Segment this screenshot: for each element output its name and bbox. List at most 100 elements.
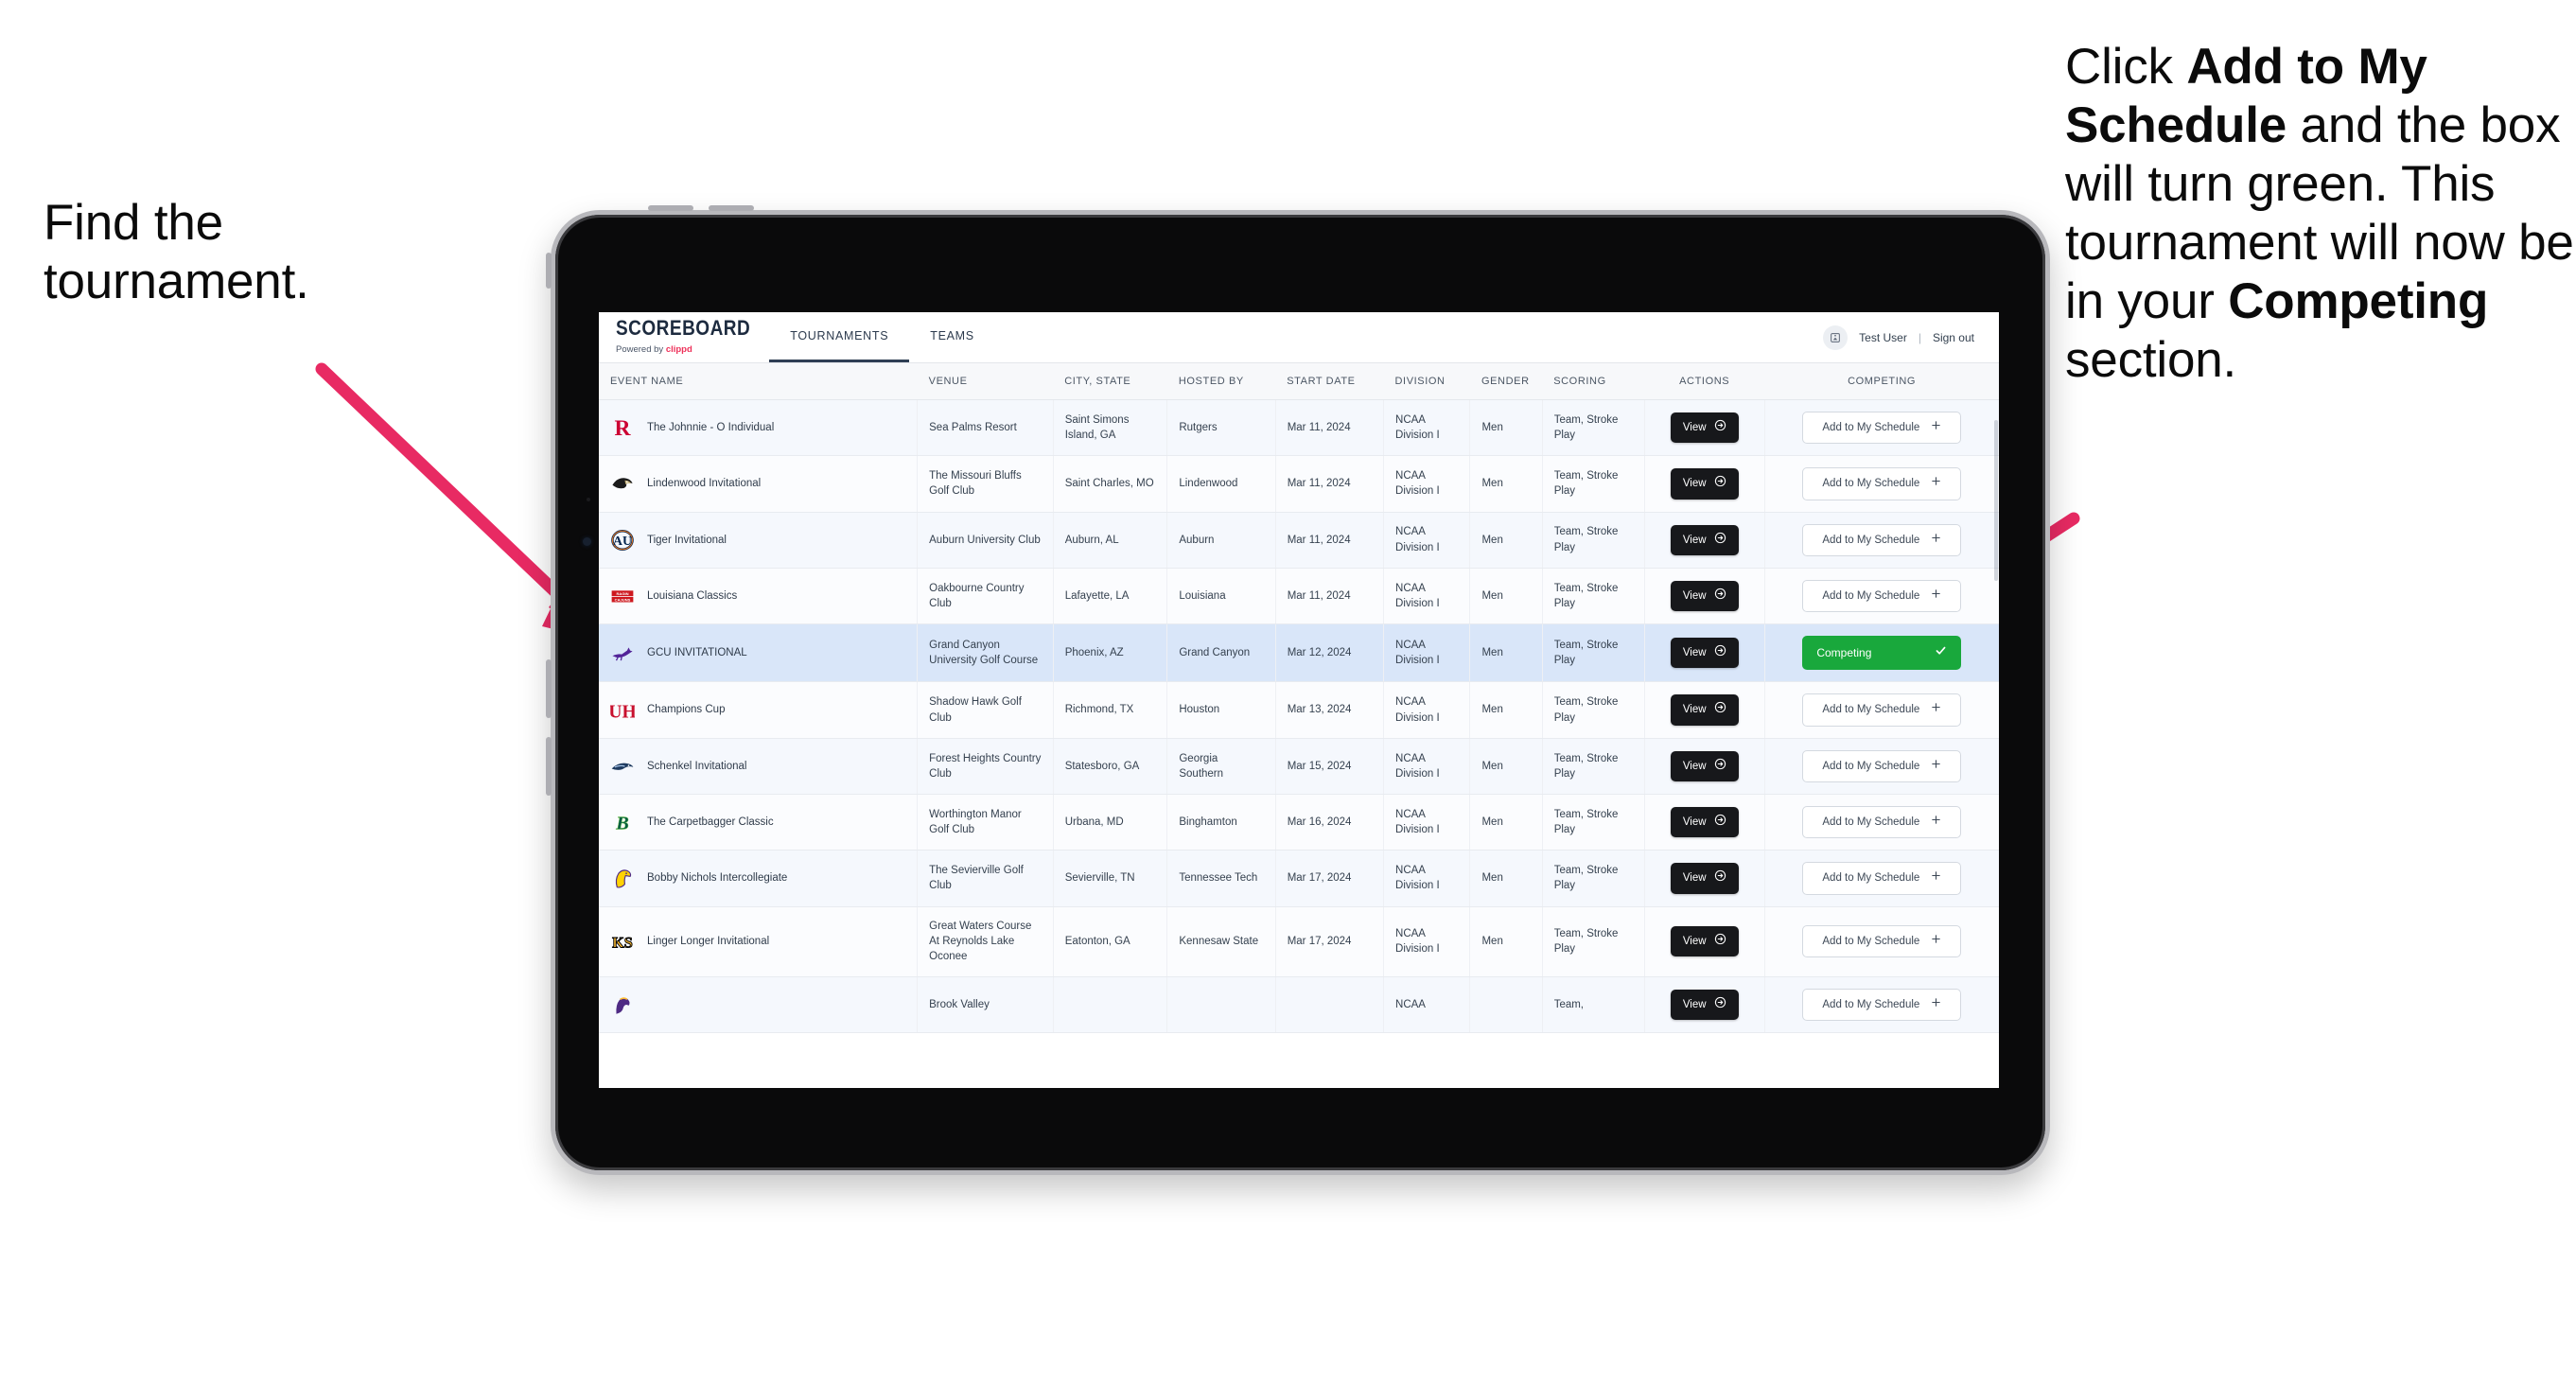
view-button[interactable]: View xyxy=(1670,807,1739,838)
cell-gender: Men xyxy=(1469,455,1543,513)
table-row[interactable]: R The Johnnie - O Individual Sea Palms R… xyxy=(599,399,1999,457)
table-row[interactable]: Brook Valley NCAA Team, View Add to My S… xyxy=(599,976,1999,1033)
cell-hosted-by: Georgia Southern xyxy=(1166,738,1276,796)
vertical-scrollbar[interactable] xyxy=(1994,420,1998,581)
view-button[interactable]: View xyxy=(1670,750,1739,781)
view-button[interactable]: View xyxy=(1670,863,1739,894)
svg-text:R: R xyxy=(614,416,631,440)
tablet-power-button[interactable] xyxy=(546,253,552,289)
cell-hosted-by: Grand Canyon xyxy=(1166,623,1276,683)
view-button[interactable]: View xyxy=(1670,638,1739,669)
table-row[interactable]: Lindenwood Invitational The Missouri Blu… xyxy=(599,455,1999,513)
table-row[interactable]: KS Linger Longer Invitational Great Wate… xyxy=(599,906,1999,977)
callout-right-text-a: Click xyxy=(2065,39,2187,95)
arrow-right-circle-icon xyxy=(1714,644,1726,661)
cell-venue: The Sevierville Golf Club xyxy=(917,850,1054,907)
arrow-right-circle-icon xyxy=(1714,933,1726,950)
table-row[interactable]: RAGIN CAJUNS Louisiana Classics Oakbourne… xyxy=(599,568,1999,625)
table-row[interactable]: GCU INVITATIONAL Grand Canyon University… xyxy=(599,623,1999,683)
cell-city-state: Auburn, AL xyxy=(1053,512,1168,569)
add-to-my-schedule-button[interactable]: Add to My Schedule xyxy=(1802,467,1962,500)
check-icon xyxy=(1935,644,1947,661)
add-to-my-schedule-label: Add to My Schedule xyxy=(1822,816,1920,828)
col-hosted-by[interactable]: HOSTED BY xyxy=(1166,363,1276,400)
add-to-my-schedule-button[interactable]: Add to My Schedule xyxy=(1802,412,1962,445)
add-to-my-schedule-label: Add to My Schedule xyxy=(1822,872,1920,885)
col-venue[interactable]: VENUE xyxy=(917,363,1054,400)
cell-city-state: Sevierville, TN xyxy=(1053,850,1168,907)
tablet-volume-up-button[interactable] xyxy=(546,659,552,718)
cell-venue: Great Waters Course At Reynolds Lake Oco… xyxy=(917,906,1054,977)
cell-start-date: Mar 12, 2024 xyxy=(1275,623,1385,683)
cell-venue: Forest Heights Country Club xyxy=(917,738,1054,796)
event-name-label: The Johnnie - O Individual xyxy=(647,421,775,433)
tablet-top-button-b[interactable] xyxy=(709,205,754,211)
cell-city-state: Saint Simons Island, GA xyxy=(1053,399,1168,457)
view-label: View xyxy=(1682,647,1707,659)
sign-out-link[interactable]: Sign out xyxy=(1933,331,1974,344)
table-row[interactable]: Schenkel Invitational Forest Heights Cou… xyxy=(599,738,1999,796)
view-button[interactable]: View xyxy=(1670,580,1739,612)
col-city-state[interactable]: CITY, STATE xyxy=(1053,363,1167,400)
tournaments-table: EVENT NAME VENUE CITY, STATE HOSTED BY S… xyxy=(599,363,1999,1033)
cell-competing: Add to My Schedule xyxy=(1764,399,1999,457)
add-to-my-schedule-label: Add to My Schedule xyxy=(1822,534,1920,546)
col-competing[interactable]: COMPETING xyxy=(1764,363,1999,400)
view-button[interactable]: View xyxy=(1670,412,1739,444)
add-to-my-schedule-label: Add to My Schedule xyxy=(1822,760,1920,772)
tablet-bezel: SCOREBOARD Powered by clippd TOURNAMENTS… xyxy=(555,215,2045,1170)
table-row[interactable]: Bobby Nichols Intercollegiate The Sevier… xyxy=(599,850,1999,907)
col-start-date[interactable]: START DATE xyxy=(1275,363,1384,400)
competing-label: Competing xyxy=(1816,645,1872,659)
event-name-label: Louisiana Classics xyxy=(647,589,738,602)
table-body: R The Johnnie - O Individual Sea Palms R… xyxy=(599,399,1999,1033)
add-to-my-schedule-button[interactable]: Add to My Schedule xyxy=(1802,988,1962,1021)
col-gender[interactable]: GENDER xyxy=(1469,363,1543,400)
app-logo[interactable]: SCOREBOARD Powered by clippd xyxy=(599,312,769,362)
add-to-my-schedule-button[interactable]: Add to My Schedule xyxy=(1802,862,1962,895)
callout-left-line1: Find the xyxy=(44,195,223,251)
cell-actions: View xyxy=(1644,623,1765,683)
arrow-right-circle-icon xyxy=(1714,814,1726,831)
cell-gender: Men xyxy=(1469,850,1543,907)
view-button[interactable]: View xyxy=(1670,524,1739,555)
table-row[interactable]: AU Tiger Invitational Auburn University … xyxy=(599,512,1999,569)
plus-icon xyxy=(1931,870,1941,886)
competing-button[interactable]: Competing xyxy=(1802,636,1962,671)
col-division[interactable]: DIVISION xyxy=(1383,363,1470,400)
tennessee-tech-eagle-logo xyxy=(610,866,635,890)
callout-add-to-schedule: Click Add to My Schedule and the box wil… xyxy=(2065,38,2576,390)
table-row[interactable]: B The Carpetbagger Classic Worthington M… xyxy=(599,794,1999,851)
cell-start-date: Mar 11, 2024 xyxy=(1275,512,1385,569)
tab-teams[interactable]: TEAMS xyxy=(909,312,995,362)
user-badge-icon[interactable] xyxy=(1823,325,1849,350)
view-button[interactable]: View xyxy=(1670,925,1739,957)
add-to-my-schedule-button[interactable]: Add to My Schedule xyxy=(1802,523,1962,556)
cell-gender: Men xyxy=(1469,568,1543,625)
cell-event-name: UH Champions Cup xyxy=(599,681,919,739)
add-to-my-schedule-button[interactable]: Add to My Schedule xyxy=(1802,749,1962,782)
cell-venue: Brook Valley xyxy=(917,976,1054,1033)
cell-venue: Oakbourne Country Club xyxy=(917,568,1054,625)
add-to-my-schedule-button[interactable]: Add to My Schedule xyxy=(1802,924,1962,958)
cell-competing: Add to My Schedule xyxy=(1764,976,1999,1033)
cell-city-state: Phoenix, AZ xyxy=(1053,623,1168,683)
table-row[interactable]: UH Champions Cup Shadow Hawk Golf Club R… xyxy=(599,681,1999,739)
add-to-my-schedule-button[interactable]: Add to My Schedule xyxy=(1802,579,1962,613)
view-button[interactable]: View xyxy=(1670,694,1739,726)
cell-hosted-by: Auburn xyxy=(1166,512,1276,569)
col-event-name[interactable]: EVENT NAME xyxy=(599,363,918,400)
cell-scoring: Team, Stroke Play xyxy=(1542,850,1645,907)
add-to-my-schedule-button[interactable]: Add to My Schedule xyxy=(1802,693,1962,727)
tab-tournaments[interactable]: TOURNAMENTS xyxy=(769,312,910,362)
cell-division: NCAA Division I xyxy=(1383,906,1471,977)
cell-competing: Add to My Schedule xyxy=(1764,512,1999,569)
tablet-top-button-a[interactable] xyxy=(648,205,693,211)
col-actions[interactable]: ACTIONS xyxy=(1644,363,1765,400)
col-scoring[interactable]: SCORING xyxy=(1542,363,1645,400)
tablet-volume-down-button[interactable] xyxy=(546,737,552,796)
add-to-my-schedule-button[interactable]: Add to My Schedule xyxy=(1802,806,1962,839)
view-label: View xyxy=(1682,534,1707,546)
view-button[interactable]: View xyxy=(1670,468,1739,500)
view-button[interactable]: View xyxy=(1670,989,1739,1020)
